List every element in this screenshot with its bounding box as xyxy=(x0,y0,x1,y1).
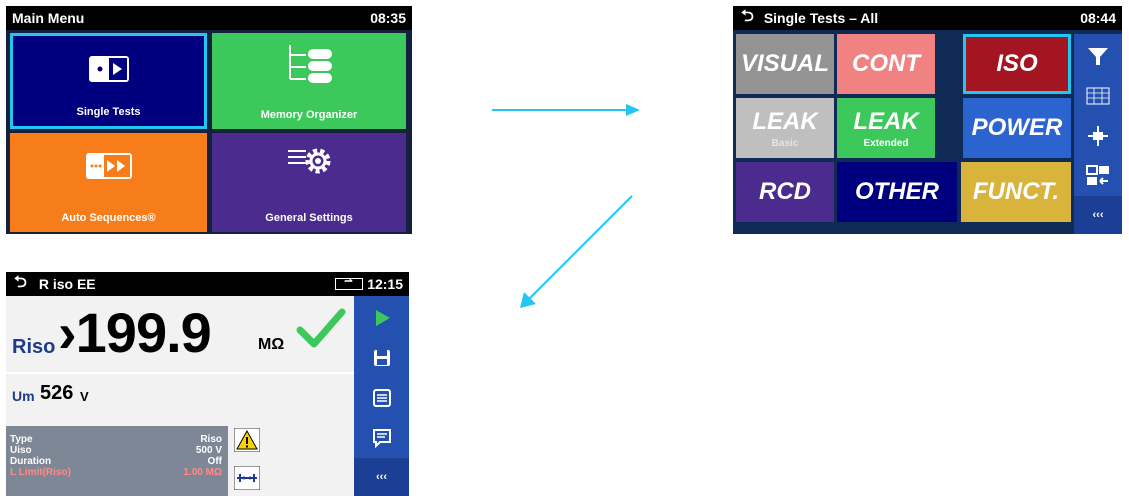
single-tests-sidebar: ‹‹‹ xyxy=(1074,34,1122,234)
arrow-right-icon xyxy=(492,104,640,116)
param-row: L Limit(Riso) 1.00 MΩ xyxy=(10,467,222,478)
test-iso[interactable]: ISO xyxy=(963,34,1071,94)
riso-unit: MΩ xyxy=(258,336,285,353)
grid-view-button[interactable] xyxy=(1074,76,1122,116)
list-icon xyxy=(372,389,391,407)
move-button[interactable] xyxy=(1074,116,1122,156)
back-icon[interactable]: ⮌ xyxy=(733,6,754,32)
swap-view-icon xyxy=(1086,165,1109,185)
single-tests-label: Single Tests xyxy=(76,106,141,118)
single-tests-icon xyxy=(88,56,129,82)
arrow-down-left-icon xyxy=(520,195,633,308)
test-leak-basic[interactable]: LEAK Basic xyxy=(736,98,834,158)
test-cont[interactable]: CONT xyxy=(837,34,935,94)
more-button[interactable]: ‹‹‹ xyxy=(1074,196,1122,234)
comment-button[interactable] xyxy=(354,418,409,458)
test-visual[interactable]: VISUAL xyxy=(736,34,834,94)
riso-label: Riso xyxy=(12,336,56,358)
um-value: 526 xyxy=(40,382,74,404)
single-tests-clock: 08:44 xyxy=(1080,10,1116,26)
more-button[interactable]: ‹‹‹ xyxy=(354,458,409,496)
um-divider xyxy=(6,372,354,374)
riso-screen: ⮌ R iso EE ⇀ 12:15 Riso ›199.9 MΩ Um 526… xyxy=(6,272,409,496)
um-label: Um xyxy=(12,388,35,404)
move-icon xyxy=(1088,126,1108,146)
um-unit: V xyxy=(80,389,89,404)
swap-view-button[interactable] xyxy=(1074,156,1122,196)
battery-icon: ⇀ xyxy=(335,276,364,290)
filter-icon xyxy=(1088,48,1108,65)
test-power[interactable]: POWER xyxy=(963,98,1071,158)
main-menu-title: Main Menu xyxy=(12,10,85,26)
test-other[interactable]: OTHER xyxy=(837,162,957,222)
pass-check-icon xyxy=(296,308,346,348)
single-tests-screen: ⮌ Single Tests – All 08:44 VISUAL CONT I… xyxy=(733,6,1122,234)
save-icon xyxy=(373,350,390,366)
parameters-panel[interactable]: Type Riso Uiso 500 V Duration Off L Limit(R… xyxy=(6,426,228,496)
riso-title: R iso EE xyxy=(38,276,96,292)
riso-clock: 12:15 xyxy=(367,276,403,292)
filter-button[interactable] xyxy=(1074,36,1122,76)
memory-organizer-icon xyxy=(289,45,332,83)
test-rcd[interactable]: RCD xyxy=(736,162,834,222)
param-row: Duration Off xyxy=(10,456,222,467)
memory-organizer-tile[interactable]: Memory Organizer xyxy=(212,33,406,129)
param-row: Type Riso xyxy=(10,434,222,445)
single-tests-title: Single Tests – All xyxy=(763,10,879,26)
riso-value: ›199.9 xyxy=(58,301,212,364)
test-funct[interactable]: FUNCT. xyxy=(961,162,1071,222)
play-icon xyxy=(375,310,390,326)
more-icon: ‹‹‹ xyxy=(376,471,387,483)
riso-titlebar: ⮌ R iso EE ⇀ 12:15 xyxy=(6,272,409,296)
main-menu-clock: 08:35 xyxy=(370,10,406,26)
start-button[interactable] xyxy=(354,298,409,338)
result-panel: Riso ›199.9 MΩ Um 526 V Type Riso Uiso 500… xyxy=(6,296,354,496)
auto-sequences-tile[interactable]: Auto Sequences® xyxy=(10,133,207,232)
auto-sequences-label: Auto Sequences® xyxy=(61,212,156,224)
main-menu-titlebar: Main Menu 08:35 xyxy=(6,6,412,30)
single-tests-titlebar: ⮌ Single Tests – All 08:44 xyxy=(733,6,1122,30)
general-settings-tile[interactable]: General Settings xyxy=(212,133,406,232)
main-menu-screen: Main Menu 08:35 Single Tests Memory Orga… xyxy=(6,6,412,234)
save-button[interactable] xyxy=(354,338,409,378)
comment-icon xyxy=(372,429,391,448)
list-button[interactable] xyxy=(354,378,409,418)
param-row: Uiso 500 V xyxy=(10,445,222,456)
warning-icon xyxy=(234,428,260,452)
back-icon[interactable]: ⮌ xyxy=(6,272,27,298)
test-leak-extended[interactable]: LEAK Extended xyxy=(837,98,935,158)
general-settings-icon xyxy=(288,148,331,174)
general-settings-label: General Settings xyxy=(265,212,353,224)
more-icon: ‹‹‹ xyxy=(1092,209,1104,221)
auto-sequences-icon xyxy=(85,153,132,179)
single-tests-tile[interactable]: Single Tests xyxy=(10,33,207,129)
riso-sidebar: ‹‹‹ xyxy=(354,296,409,496)
grid-view-icon xyxy=(1086,87,1110,105)
memory-organizer-label: Memory Organizer xyxy=(260,109,358,121)
probe-connection-icon xyxy=(234,466,260,490)
